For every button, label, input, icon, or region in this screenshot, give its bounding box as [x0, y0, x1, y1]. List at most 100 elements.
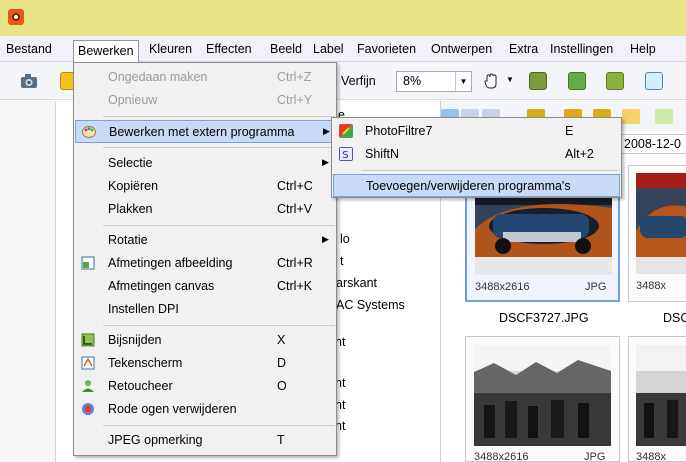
left-panel	[0, 101, 56, 462]
submenu-arrow-icon: ▶	[323, 126, 330, 136]
submenu-item-shortcut: Alt+2	[565, 147, 594, 161]
bewerken-dropdown-menu: Ongedaan maken Ctrl+Z Opnieuw Ctrl+Y Bew…	[73, 62, 337, 456]
thumb-dimensions: 3488x	[636, 451, 666, 462]
menu-item-retouch[interactable]: Retoucheer O	[75, 375, 335, 398]
menu-item-label: Rode ogen verwijderen	[108, 402, 237, 416]
palette-icon	[82, 126, 96, 138]
drawing-icon	[81, 356, 95, 370]
menu-bewerken[interactable]: Bewerken	[73, 40, 139, 62]
image-icon[interactable]	[655, 109, 673, 124]
menu-item-resize-image[interactable]: Afmetingen afbeelding Ctrl+R	[75, 252, 335, 275]
menu-item-label: Afmetingen afbeelding	[108, 256, 233, 270]
red-eye-icon	[82, 403, 94, 415]
filmstrip-icon[interactable]	[529, 72, 547, 90]
crowd-photo	[636, 345, 686, 446]
crop-icon[interactable]	[606, 72, 624, 90]
submenu-item-shiftn[interactable]: S ShiftN Alt+2	[333, 143, 620, 166]
menu-item-label: Ongedaan maken	[108, 70, 208, 84]
photofiltre-icon	[339, 124, 353, 138]
menu-item-undo[interactable]: Ongedaan maken Ctrl+Z	[75, 66, 335, 89]
menu-bestand[interactable]: Bestand	[2, 40, 56, 59]
tree-text: t	[340, 254, 344, 268]
crop-icon	[81, 333, 95, 347]
menu-label[interactable]: Label	[309, 40, 348, 59]
menu-ontwerpen[interactable]: Ontwerpen	[427, 40, 496, 59]
menu-item-shortcut: Ctrl+V	[277, 202, 313, 216]
menu-item-label: Retoucheer	[108, 379, 173, 393]
submenu-item-manage-programs[interactable]: Toevoegen/verwijderen programma's	[333, 174, 620, 197]
new-folder-icon[interactable]	[622, 109, 640, 124]
menu-separator	[103, 225, 335, 226]
menu-item-shortcut: Ctrl+Y	[277, 93, 313, 107]
menu-item-redo[interactable]: Opnieuw Ctrl+Y	[75, 89, 335, 112]
menu-extra[interactable]: Extra	[505, 40, 542, 59]
menu-bar: Bestand Bewerken Kleuren Effecten Beeld …	[0, 36, 686, 62]
menu-kleuren[interactable]: Kleuren	[145, 40, 196, 59]
menu-separator	[103, 147, 335, 148]
date-tab[interactable]: 2008-12-0	[619, 134, 686, 154]
crowd-photo	[474, 345, 611, 446]
menu-item-paste[interactable]: Plakken Ctrl+V	[75, 198, 335, 221]
menu-item-label: Bijsnijden	[108, 333, 162, 347]
submenu-separator	[362, 170, 619, 171]
camera-icon[interactable]	[20, 72, 38, 90]
menu-item-label: Selectie	[108, 156, 153, 170]
menu-item-copy[interactable]: Kopiëren Ctrl+C	[75, 175, 335, 198]
tree-text: arskant	[336, 276, 377, 290]
refine-label[interactable]: Verfijn	[341, 74, 376, 88]
thumbnail-card[interactable]: 3488x2616 JPG	[465, 336, 620, 462]
thumbnail-card[interactable]: 3488x	[628, 165, 686, 302]
menu-item-shortcut: Ctrl+R	[277, 256, 313, 270]
menu-help[interactable]: Help	[626, 40, 660, 59]
menu-item-label: Kopiëren	[108, 179, 159, 193]
menu-item-shortcut: Ctrl+K	[277, 279, 313, 293]
thumb-dimensions: 3488x2616	[475, 281, 530, 293]
menu-item-label: Opnieuw	[108, 93, 158, 107]
menu-item-selection[interactable]: Selectie ▶	[75, 152, 335, 175]
submenu-item-photofiltre[interactable]: PhotoFiltre7 E	[333, 120, 620, 143]
thumbnail-card[interactable]: 3488x	[628, 336, 686, 462]
submenu-item-label: PhotoFiltre7	[365, 124, 433, 138]
submenu-item-label: Toevoegen/verwijderen programma's	[366, 179, 571, 193]
menu-item-canvas-size[interactable]: Afmetingen canvas Ctrl+K	[75, 275, 335, 298]
menu-favorieten[interactable]: Favorieten	[353, 40, 420, 59]
menu-item-rotation[interactable]: Rotatie ▶	[75, 229, 335, 252]
thumb-format: JPG	[585, 281, 607, 293]
shiftn-icon: S	[339, 147, 353, 161]
submenu-item-label: ShiftN	[365, 147, 400, 161]
thumb-filename: DSCF3727.JPG	[499, 311, 589, 325]
menu-item-jpeg-comment[interactable]: JPEG opmerking T	[75, 429, 335, 452]
menu-separator	[103, 116, 335, 117]
menu-item-shortcut: T	[277, 433, 285, 447]
menu-beeld[interactable]: Beeld	[266, 40, 306, 59]
external-program-submenu: PhotoFiltre7 E S ShiftN Alt+2 Toevoegen/…	[331, 117, 622, 198]
menu-separator	[103, 325, 335, 326]
menu-item-crop[interactable]: Bijsnijden X	[75, 329, 335, 352]
menu-item-shortcut: D	[277, 356, 287, 370]
menu-item-shortcut: X	[277, 333, 286, 347]
thumb-filename: DSC	[663, 311, 686, 325]
zoom-select[interactable]: 8% ▼	[396, 71, 472, 92]
menu-item-draw[interactable]: Tekenscherm D	[75, 352, 335, 375]
resize-icon	[81, 256, 95, 270]
menu-item-external-editor[interactable]: Bewerken met extern programma ▶	[75, 120, 335, 143]
menu-item-set-dpi[interactable]: Instellen DPI	[75, 298, 335, 321]
menu-separator	[103, 425, 335, 426]
car-photo	[636, 173, 686, 274]
menu-instellingen[interactable]: Instellingen	[546, 40, 617, 59]
menu-item-label: Bewerken met extern programma	[109, 125, 295, 139]
hand-dropdown-icon[interactable]: ▼	[506, 75, 514, 84]
app-icon[interactable]	[8, 9, 24, 25]
canvas-icon[interactable]	[645, 72, 663, 90]
menu-item-label: Instellen DPI	[108, 302, 179, 316]
menu-effecten[interactable]: Effecten	[202, 40, 256, 59]
menu-item-shortcut: O	[277, 379, 287, 393]
thumb-format: JPG	[584, 451, 606, 462]
menu-item-label: JPEG opmerking	[108, 433, 203, 447]
hand-icon[interactable]	[483, 72, 501, 90]
menu-item-red-eye[interactable]: Rode ogen verwijderen	[75, 398, 335, 421]
resize-icon[interactable]	[568, 72, 586, 90]
menu-item-label: Plakken	[108, 202, 153, 216]
tree-text: lo	[340, 232, 350, 246]
chevron-down-icon[interactable]: ▼	[455, 72, 471, 91]
